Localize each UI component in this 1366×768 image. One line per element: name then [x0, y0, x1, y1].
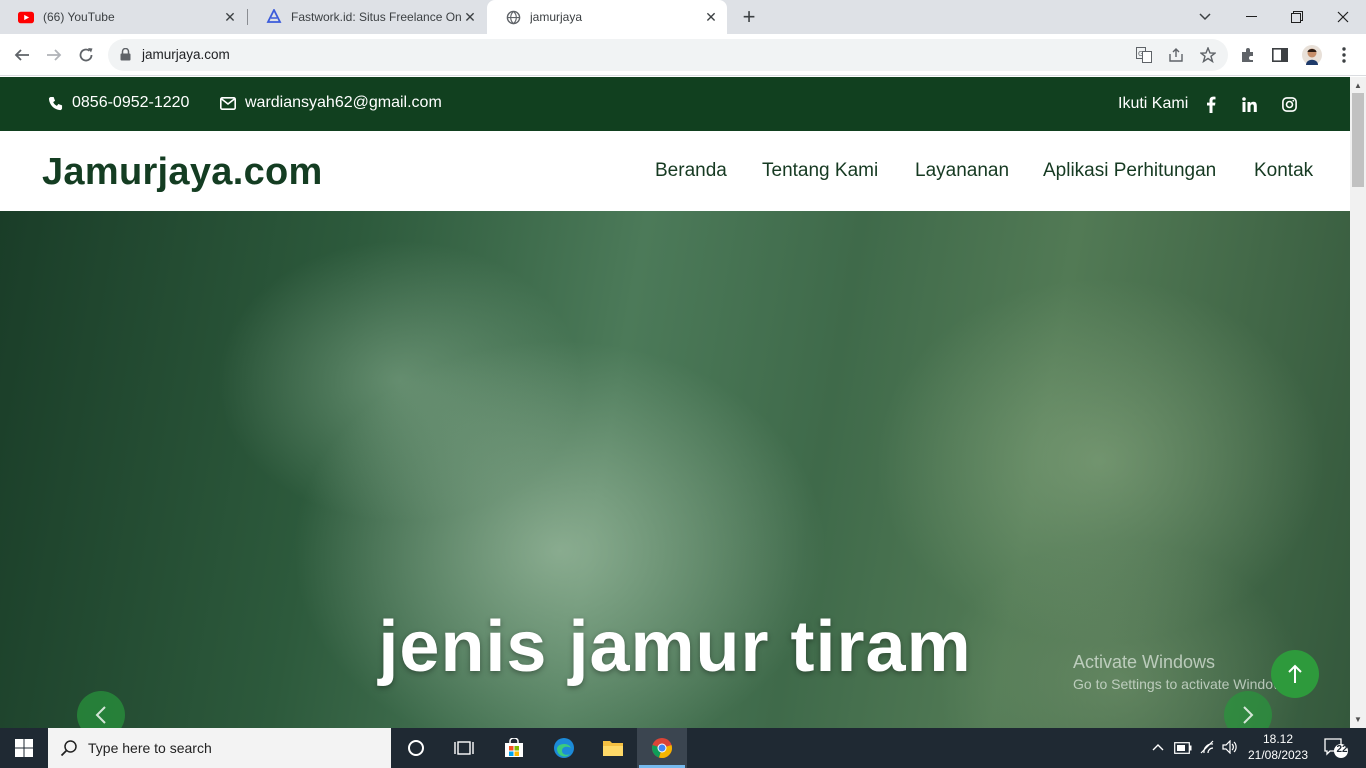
contact-topbar: 0856-0952-1220 wardiansyah62@gmail.com I… — [0, 77, 1350, 131]
tab-fastwork[interactable]: Fastwork.id: Situs Freelance Online ✕ — [248, 0, 486, 34]
profile-avatar-icon[interactable] — [1302, 45, 1322, 65]
cortana-icon[interactable] — [404, 736, 428, 760]
tab-title: jamurjaya — [530, 10, 583, 24]
battery-icon[interactable] — [1174, 742, 1192, 757]
nav-kontak[interactable]: Kontak — [1254, 160, 1313, 182]
forward-icon[interactable] — [40, 41, 68, 69]
search-placeholder: Type here to search — [88, 740, 212, 756]
back-to-top-button[interactable] — [1271, 650, 1319, 698]
scrollbar-thumb[interactable] — [1352, 93, 1364, 187]
slider-next-button[interactable] — [1224, 691, 1272, 728]
wifi-icon[interactable] — [1200, 740, 1216, 757]
lock-icon[interactable] — [120, 47, 131, 66]
page-scrollbar[interactable]: ▲ ▼ — [1350, 77, 1366, 728]
url-text[interactable]: jamurjaya.com — [142, 47, 230, 62]
microsoft-store-icon[interactable] — [502, 736, 526, 760]
envelope-icon — [220, 96, 236, 110]
main-navbar: Jamurjaya.com Beranda Tentang Kami Layan… — [0, 131, 1350, 211]
email-address: wardiansyah62@gmail.com — [245, 94, 442, 111]
browser-tab-strip: (66) YouTube ✕ Fastwork.id: Situs Freela… — [0, 0, 1366, 34]
reload-icon[interactable] — [72, 41, 100, 69]
hero-slider: jenis jamur tiram Activate Windows Go to… — [0, 211, 1350, 728]
clock-time: 18.12 — [1262, 732, 1294, 746]
nav-layananan[interactable]: Layananan — [915, 160, 1009, 182]
nav-aplikasi-perhitungan[interactable]: Aplikasi Perhitungan — [1043, 160, 1216, 182]
minimize-icon[interactable] — [1228, 0, 1274, 34]
youtube-icon — [18, 9, 34, 25]
fastwork-icon — [266, 9, 282, 25]
windows-start-icon[interactable] — [12, 736, 36, 760]
linkedin-icon[interactable] — [1239, 94, 1259, 114]
instagram-icon[interactable] — [1279, 94, 1299, 114]
share-icon[interactable] — [1168, 47, 1184, 63]
browser-toolbar: jamurjaya.com G — [0, 34, 1366, 76]
tab-search-chevron-icon[interactable] — [1182, 0, 1228, 34]
phone-link[interactable]: 0856-0952-1220 — [48, 94, 189, 112]
close-tab-icon[interactable]: ✕ — [222, 9, 238, 25]
scroll-up-icon[interactable]: ▲ — [1354, 81, 1362, 90]
chevron-right-icon — [1243, 706, 1254, 724]
activate-windows-subtitle: Go to Settings to activate Windows. — [1073, 676, 1294, 692]
facebook-icon[interactable] — [1201, 94, 1221, 114]
system-clock[interactable]: 18.12 21/08/2023 — [1246, 731, 1310, 763]
arrow-up-icon — [1288, 664, 1302, 683]
hero-caption: jenis jamur tiram — [378, 607, 972, 687]
taskbar-search-box[interactable]: Type here to search — [48, 728, 391, 768]
close-window-icon[interactable] — [1320, 0, 1366, 34]
side-panel-icon[interactable] — [1270, 45, 1290, 65]
tab-title: (66) YouTube — [43, 10, 115, 24]
close-tab-icon[interactable]: ✕ — [703, 9, 719, 25]
scroll-down-icon[interactable]: ▼ — [1354, 715, 1362, 724]
edge-browser-icon[interactable] — [552, 736, 576, 760]
page-viewport: 0856-0952-1220 wardiansyah62@gmail.com I… — [0, 77, 1350, 728]
phone-number: 0856-0952-1220 — [72, 94, 190, 111]
chrome-menu-icon[interactable] — [1334, 45, 1354, 65]
back-icon[interactable] — [8, 41, 36, 69]
activate-windows-title: Activate Windows — [1073, 652, 1216, 672]
translate-icon[interactable]: G — [1136, 47, 1152, 63]
restore-icon[interactable] — [1274, 0, 1320, 34]
notification-count: 22 — [1336, 744, 1348, 755]
chevron-left-icon — [95, 706, 106, 724]
tab-jamurjaya[interactable]: jamurjaya ✕ — [487, 0, 727, 34]
site-logo[interactable]: Jamurjaya.com — [42, 151, 323, 194]
nav-beranda[interactable]: Beranda — [655, 160, 727, 182]
follow-us-label: Ikuti Kami — [1118, 95, 1189, 112]
file-explorer-icon[interactable] — [601, 736, 625, 760]
phone-icon — [48, 96, 63, 110]
volume-icon[interactable] — [1222, 739, 1238, 757]
search-icon — [60, 739, 78, 762]
globe-icon — [505, 9, 521, 25]
nav-tentang-kami[interactable]: Tentang Kami — [762, 160, 878, 182]
windows-taskbar: Type here to search 18.12 21/08/2023 22 — [0, 728, 1366, 768]
extensions-puzzle-icon[interactable] — [1238, 45, 1258, 65]
address-bar[interactable]: jamurjaya.com G — [108, 39, 1228, 71]
email-link[interactable]: wardiansyah62@gmail.com — [220, 94, 442, 112]
tray-chevron-up-icon[interactable] — [1152, 740, 1164, 754]
bookmark-star-icon[interactable] — [1200, 47, 1216, 63]
notification-center-icon[interactable]: 22 — [1324, 738, 1348, 758]
tab-youtube[interactable]: (66) YouTube ✕ — [0, 0, 246, 34]
clock-date: 21/08/2023 — [1247, 748, 1309, 762]
chrome-icon[interactable] — [650, 736, 674, 760]
svg-text:G: G — [1138, 50, 1143, 58]
slider-prev-button[interactable] — [77, 691, 125, 728]
tab-title: Fastwork.id: Situs Freelance Online — [291, 10, 462, 24]
task-view-icon[interactable] — [452, 736, 476, 760]
new-tab-icon[interactable]: + — [737, 4, 761, 29]
close-tab-icon[interactable]: ✕ — [462, 9, 478, 25]
